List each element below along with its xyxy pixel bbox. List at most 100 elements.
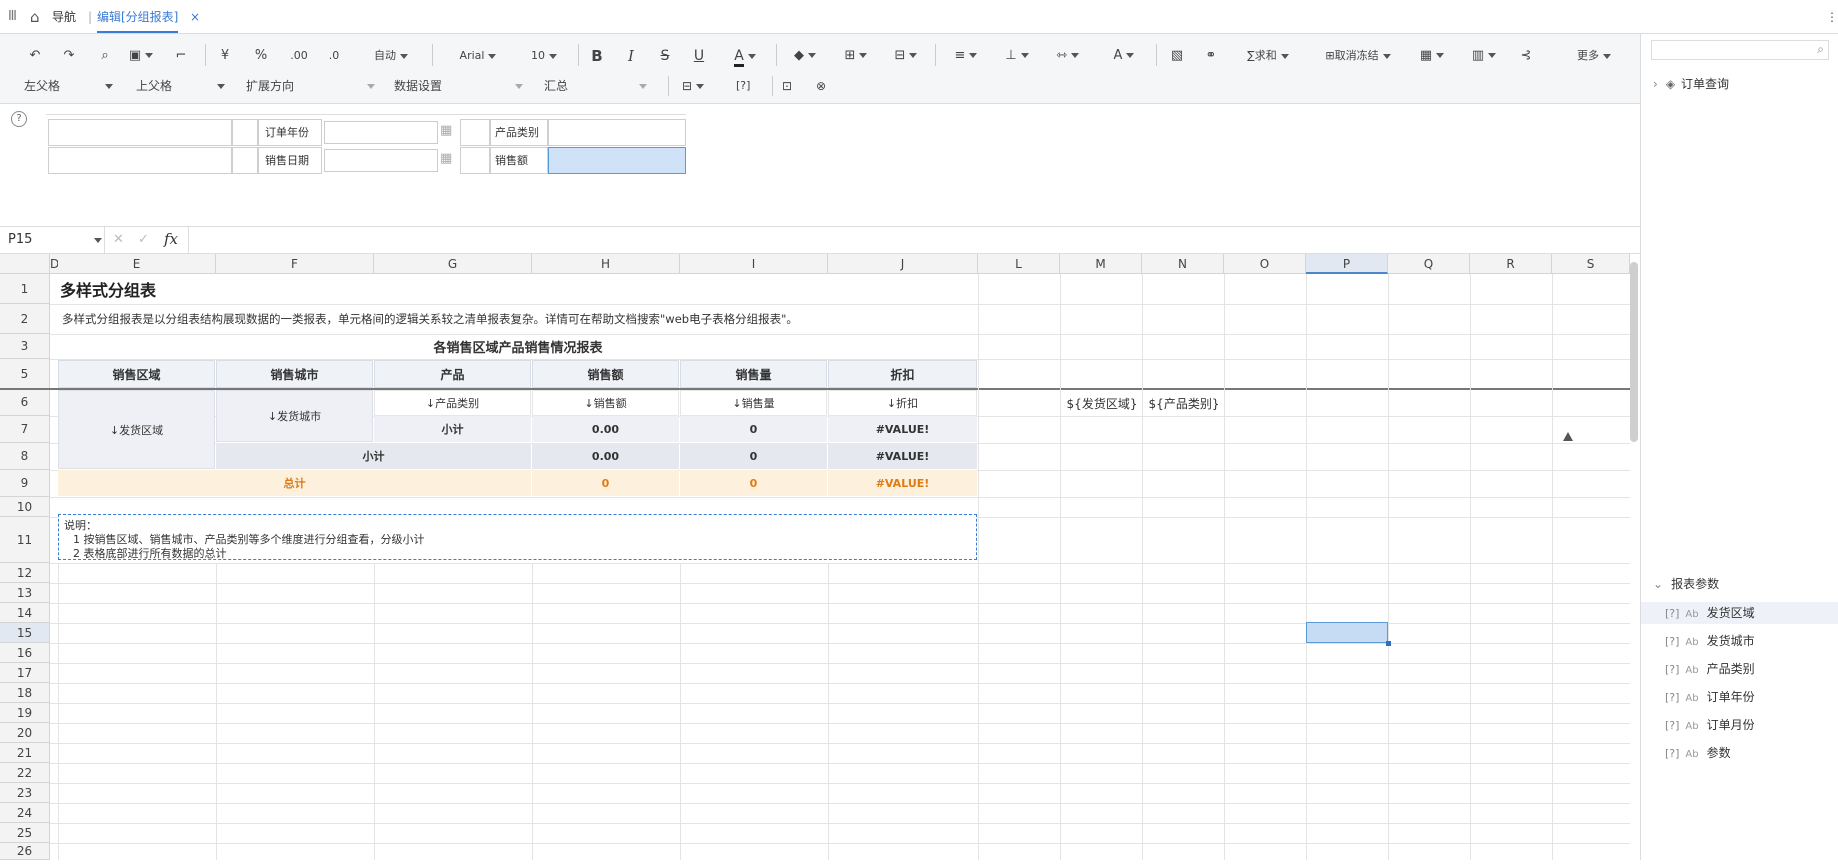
- close-tab-icon[interactable]: ×: [190, 0, 200, 34]
- row-header-3[interactable]: 3: [0, 334, 50, 359]
- formula-input[interactable]: [190, 229, 1630, 251]
- cell-subtotal-city-discount[interactable]: #VALUE!: [828, 416, 977, 442]
- row-header-2[interactable]: 2: [0, 304, 50, 334]
- column-header-r[interactable]: R: [1470, 254, 1552, 274]
- fill-handle[interactable]: [1386, 641, 1391, 646]
- cell-subtotal-city-amount[interactable]: 0.00: [532, 416, 679, 442]
- sidebar-param-product-category[interactable]: [?] Ab 产品类别: [1665, 659, 1755, 679]
- column-header-q[interactable]: Q: [1388, 254, 1470, 274]
- data-column-icon[interactable]: ⊡: [782, 76, 792, 96]
- image-icon[interactable]: ▧: [1168, 46, 1186, 66]
- row-header-7[interactable]: 7: [0, 416, 50, 443]
- row-header-19[interactable]: 19: [0, 703, 50, 723]
- preview-icon[interactable]: ⌕: [96, 46, 114, 66]
- row-header-23[interactable]: 23: [0, 783, 50, 803]
- column-header-j[interactable]: J: [828, 254, 978, 274]
- undo-icon[interactable]: ↶: [26, 46, 44, 66]
- cell-discount[interactable]: ↓折扣: [828, 390, 977, 416]
- row-header-14[interactable]: 14: [0, 603, 50, 623]
- param-blank-cell[interactable]: [48, 119, 232, 146]
- link-icon[interactable]: ⚭: [1202, 46, 1220, 66]
- insert-row-icon[interactable]: ⊟: [682, 76, 716, 96]
- cell-grand-total[interactable]: 总计: [58, 470, 531, 496]
- cell-n6-category-param[interactable]: ${产品类别}: [1144, 390, 1224, 416]
- column-header-o[interactable]: O: [1224, 254, 1306, 274]
- cell-subtotal-region[interactable]: 小计: [216, 443, 531, 469]
- column-header-h[interactable]: H: [532, 254, 680, 274]
- cell-m6-region-param[interactable]: ${发货区域}: [1062, 390, 1142, 416]
- column-header-n[interactable]: N: [1142, 254, 1224, 274]
- row-header-16[interactable]: 16: [0, 643, 50, 663]
- row-header-18[interactable]: 18: [0, 683, 50, 703]
- text-rotate-icon[interactable]: A: [1108, 46, 1140, 66]
- sidebar-param-ship-region[interactable]: [?] Ab 发货区域: [1665, 603, 1755, 623]
- cell-region-group[interactable]: ↓发货区域: [58, 390, 215, 469]
- border-icon[interactable]: ⊞: [840, 46, 872, 66]
- bold-button[interactable]: B: [588, 46, 606, 66]
- chevron-down-icon[interactable]: ⌄: [1653, 577, 1663, 591]
- nav-tab[interactable]: 导航: [52, 0, 76, 34]
- param-blank-cell[interactable]: [48, 147, 232, 174]
- calendar-icon[interactable]: ▦: [440, 123, 452, 138]
- sum-button[interactable]: ∑求和: [1238, 46, 1298, 66]
- redo-icon[interactable]: ↷: [60, 46, 78, 66]
- freeze-button[interactable]: ⊞取消冻结: [1314, 46, 1402, 66]
- sheet-title[interactable]: 多样式分组表: [60, 274, 460, 304]
- cell-reference-dropdown-icon[interactable]: [94, 238, 102, 243]
- column-header-i[interactable]: I: [680, 254, 828, 274]
- row-header-5[interactable]: 5: [0, 359, 50, 389]
- italic-button[interactable]: I: [622, 46, 640, 66]
- cell-grand-total-volume[interactable]: 0: [680, 470, 827, 496]
- cell-reference[interactable]: P15: [8, 232, 32, 247]
- formula-tag-button[interactable]: [?]: [736, 76, 750, 96]
- underline-button[interactable]: U: [690, 46, 708, 66]
- top-parent-select[interactable]: [178, 76, 232, 96]
- cell-sales-amount[interactable]: ↓销售额: [532, 390, 679, 416]
- strikethrough-button[interactable]: S: [656, 46, 674, 66]
- row-header-20[interactable]: 20: [0, 723, 50, 743]
- scrollbar-thumb[interactable]: [1630, 262, 1638, 442]
- header-product[interactable]: 产品: [374, 360, 531, 388]
- chevron-right-icon[interactable]: ›: [1653, 77, 1658, 91]
- sales-amount-input[interactable]: [548, 147, 686, 174]
- text-direction-icon[interactable]: ⇿: [1052, 46, 1084, 66]
- aggregate-select[interactable]: [576, 76, 654, 96]
- column-header-g[interactable]: G: [374, 254, 532, 274]
- selected-cell-p15[interactable]: [1306, 622, 1388, 643]
- note-block[interactable]: 说明： 1 按销售区域、销售城市、产品类别等多个维度进行分组查看，分级小计 2 …: [58, 514, 977, 560]
- font-color-button[interactable]: A: [730, 46, 760, 67]
- column-header-e[interactable]: E: [58, 254, 216, 274]
- column-header-s[interactable]: S: [1552, 254, 1630, 274]
- row-header-22[interactable]: 22: [0, 763, 50, 783]
- number-format-select[interactable]: 自动: [362, 46, 420, 66]
- sheet-description[interactable]: 多样式分组报表是以分组表结构展现数据的一类报表，单元格间的逻辑关系较之清单报表复…: [62, 304, 978, 334]
- data-setting-select[interactable]: [450, 76, 530, 96]
- row-header-24[interactable]: 24: [0, 803, 50, 823]
- product-category-input[interactable]: [548, 119, 686, 146]
- currency-button[interactable]: ¥: [216, 46, 234, 66]
- save-icon[interactable]: ▣: [128, 46, 154, 66]
- order-year-input[interactable]: [324, 121, 438, 144]
- chart-icon[interactable]: ▦: [1416, 46, 1448, 66]
- search-icon[interactable]: ⌕: [1817, 42, 1824, 57]
- merge-cells-icon[interactable]: ⊟: [890, 46, 922, 66]
- vertical-align-icon[interactable]: ⊥: [1002, 46, 1032, 66]
- expand-direction-select[interactable]: [302, 76, 382, 96]
- font-family-select[interactable]: Arial: [448, 46, 508, 66]
- align-left-icon[interactable]: ≡: [950, 46, 982, 66]
- calendar-icon[interactable]: ▦: [440, 151, 452, 166]
- cell-city-group[interactable]: ↓发货城市: [216, 390, 373, 442]
- percent-button[interactable]: %: [252, 46, 270, 66]
- row-header-12[interactable]: 12: [0, 563, 50, 583]
- left-parent-select[interactable]: [68, 76, 120, 96]
- sidebar-search-input[interactable]: ⌕: [1651, 40, 1829, 60]
- cell-subtotal-city-volume[interactable]: 0: [680, 416, 827, 442]
- home-icon[interactable]: ⌂: [30, 0, 40, 34]
- more-button[interactable]: 更多: [1572, 46, 1616, 66]
- more-vertical-icon[interactable]: ⋮: [1826, 0, 1838, 34]
- header-sales-city[interactable]: 销售城市: [216, 360, 373, 388]
- column-header-m[interactable]: M: [1060, 254, 1142, 274]
- row-header-21[interactable]: 21: [0, 743, 50, 763]
- widget-icon[interactable]: ▥: [1468, 46, 1500, 66]
- corner-cell[interactable]: [0, 254, 50, 274]
